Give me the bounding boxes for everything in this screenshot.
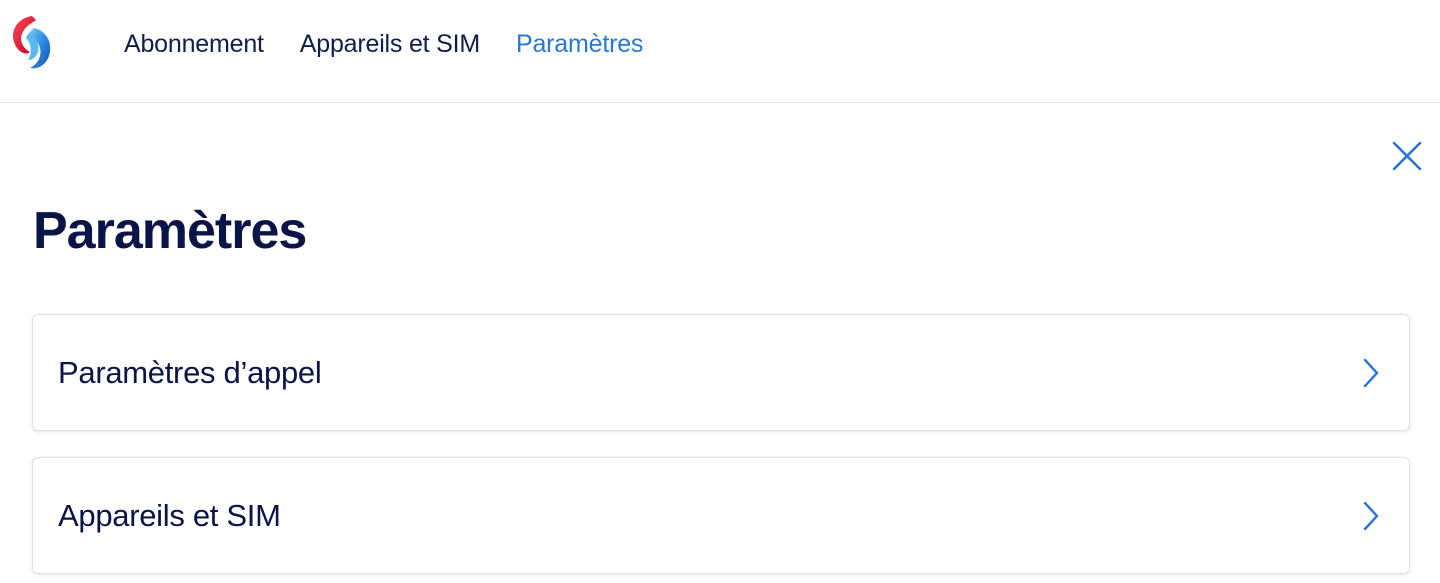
close-icon <box>1392 141 1422 171</box>
close-button[interactable] <box>1390 139 1424 173</box>
chevron-right-icon <box>1363 501 1379 531</box>
card-label: Appareils et SIM <box>58 498 281 533</box>
card-label: Paramètres d’appel <box>58 355 322 390</box>
nav-item-appareils-et-sim[interactable]: Appareils et SIM <box>300 28 480 60</box>
card-parametres-appel[interactable]: Paramètres d’appel <box>32 314 1410 431</box>
page-title: Paramètres <box>33 202 307 260</box>
top-navigation-bar: Abonnement Appareils et SIM Paramètres <box>0 0 1440 103</box>
main-nav: Abonnement Appareils et SIM Paramètres <box>124 28 643 60</box>
nav-item-parametres[interactable]: Paramètres <box>516 28 643 60</box>
card-appareils-et-sim[interactable]: Appareils et SIM <box>32 457 1410 574</box>
chevron-right-icon <box>1363 358 1379 388</box>
nav-item-abonnement[interactable]: Abonnement <box>124 28 264 60</box>
swisscom-logo-icon[interactable] <box>8 12 56 72</box>
